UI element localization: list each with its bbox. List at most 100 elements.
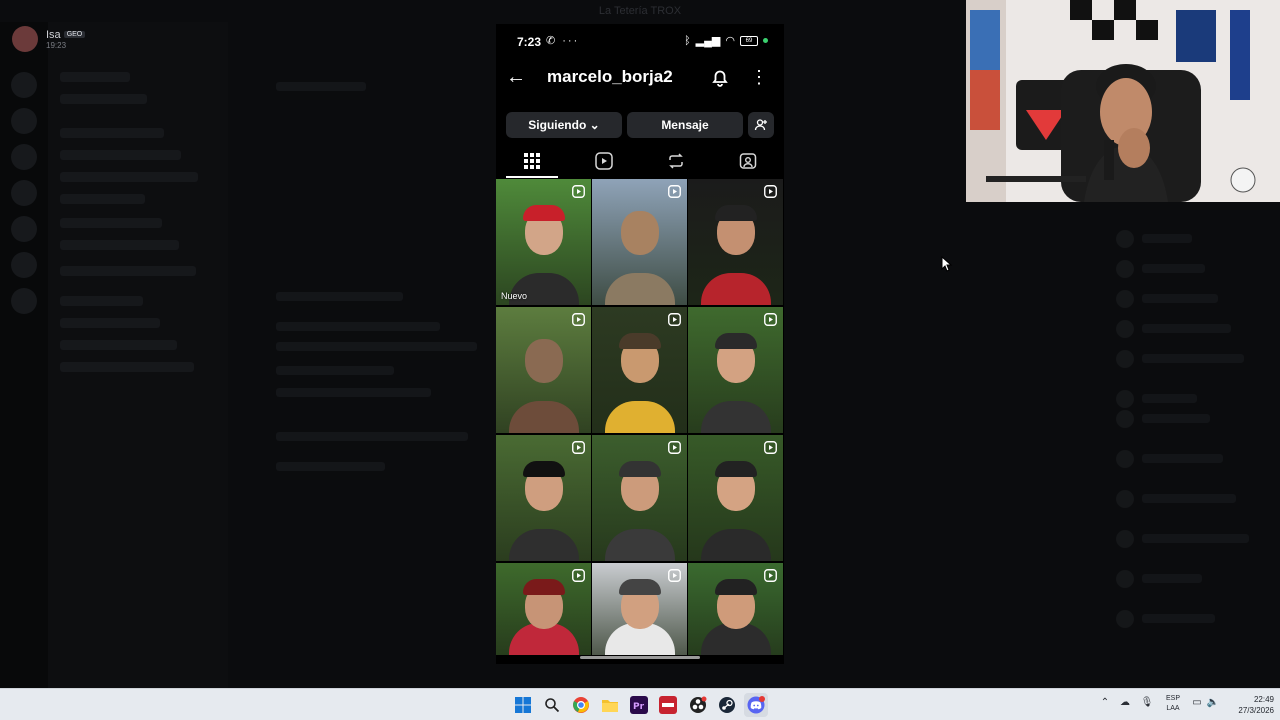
premiere-icon[interactable]: Pr [627,693,651,717]
more-options-icon[interactable]: ⋮ [750,65,768,89]
volume-icon[interactable]: 🔈 [1206,697,1220,711]
status-time: 7:23 [517,35,542,49]
channel-item[interactable] [60,150,181,160]
person-shirt [508,529,579,561]
post-thumbnail[interactable] [496,435,591,561]
server-icon[interactable] [11,288,37,314]
bluetooth-icon: ᛒ [684,34,691,47]
channel-item[interactable] [60,240,179,250]
server-icon[interactable] [11,72,37,98]
tab-grid[interactable] [496,144,568,178]
chat-message [276,366,394,375]
post-thumbnail[interactable] [688,563,783,655]
language-indicator[interactable]: ESP LAA [1162,694,1184,714]
person-shirt [604,529,675,561]
reel-icon [572,441,585,454]
member-avatar[interactable] [1116,450,1134,468]
member-avatar[interactable] [1116,490,1134,508]
post-thumbnail[interactable]: Nuevo [496,179,591,305]
member-avatar[interactable] [1116,260,1134,278]
member-name[interactable] [1142,234,1192,243]
cap [714,461,757,477]
profile-actions: Siguiendo ⌄ Mensaje [496,112,784,140]
channel-item[interactable] [60,94,147,104]
server-icon[interactable] [11,180,37,206]
message-button[interactable]: Mensaje [627,112,743,138]
member-name[interactable] [1142,394,1197,403]
display-icon[interactable]: ▭ [1190,697,1204,711]
search-icon[interactable] [540,693,564,717]
post-thumbnail[interactable] [688,435,783,561]
call-icon: ✆ ··· [546,35,580,47]
channel-item[interactable] [60,172,198,182]
microphone-icon[interactable]: 🎙 [1140,697,1154,711]
member-avatar[interactable] [1116,350,1134,368]
post-thumbnail[interactable] [688,179,783,305]
member-avatar[interactable] [1116,290,1134,308]
channel-item[interactable] [60,362,194,372]
user-card[interactable]: Isa GEO 19:23 [12,22,202,56]
channel-item[interactable] [60,296,143,306]
member-avatar[interactable] [1116,410,1134,428]
server-icon[interactable] [11,108,37,134]
member-name[interactable] [1142,264,1205,273]
add-person-icon[interactable] [748,112,774,138]
member-name[interactable] [1142,574,1202,583]
member-name[interactable] [1142,614,1215,623]
back-arrow-icon[interactable]: ← [504,65,528,89]
member-name[interactable] [1142,454,1223,463]
tab-reels[interactable] [568,144,640,178]
post-thumbnail[interactable] [592,179,687,305]
member-name[interactable] [1142,534,1249,543]
server-icon[interactable] [11,252,37,278]
post-thumbnail[interactable] [496,563,591,655]
reel-icon [764,185,777,198]
bell-icon[interactable] [708,65,732,89]
following-button[interactable]: Siguiendo ⌄ [506,112,622,138]
tab-tagged[interactable] [712,144,784,178]
channel-item[interactable] [60,218,162,228]
channel-item[interactable] [60,194,145,204]
server-icon[interactable] [11,216,37,242]
channel-item[interactable] [60,318,160,328]
tab-reposts[interactable] [640,144,712,178]
channel-item[interactable] [60,340,177,350]
person-shirt [700,401,771,433]
chevron-up-icon[interactable]: ⌃ [1098,697,1112,711]
post-thumbnail[interactable] [688,307,783,433]
obs-icon[interactable] [686,693,710,717]
privacy-dot [763,38,768,43]
new-badge: Nuevo [501,291,528,301]
member-avatar[interactable] [1116,230,1134,248]
post-thumbnail[interactable] [496,307,591,433]
file-explorer-icon[interactable] [598,693,622,717]
post-thumbnail[interactable] [592,307,687,433]
post-thumbnail[interactable] [592,435,687,561]
chrome-icon[interactable] [569,693,593,717]
system-clock[interactable]: 22:49 27/3/2026 [1222,694,1278,716]
steam-icon[interactable] [715,693,739,717]
person-shirt [604,273,675,305]
member-avatar[interactable] [1116,570,1134,588]
channel-item[interactable] [60,266,196,276]
member-avatar[interactable] [1116,530,1134,548]
member-avatar[interactable] [1116,320,1134,338]
member-name[interactable] [1142,494,1236,503]
app-red-icon[interactable] [656,693,680,717]
member-name[interactable] [1142,354,1244,363]
windows-start-icon[interactable] [511,693,535,717]
post-thumbnail[interactable] [592,563,687,655]
user-name: Isa [46,28,61,41]
discord-icon[interactable] [744,693,768,717]
member-avatar[interactable] [1116,610,1134,628]
cap [618,579,661,595]
member-name[interactable] [1142,414,1210,423]
member-name[interactable] [1142,324,1231,333]
channel-item[interactable] [60,72,130,82]
channel-item[interactable] [60,128,164,138]
home-indicator[interactable] [580,656,700,659]
member-name[interactable] [1142,294,1218,303]
network-cloud-icon[interactable]: ☁ [1118,697,1132,711]
member-avatar[interactable] [1116,390,1134,408]
server-icon[interactable] [11,144,37,170]
